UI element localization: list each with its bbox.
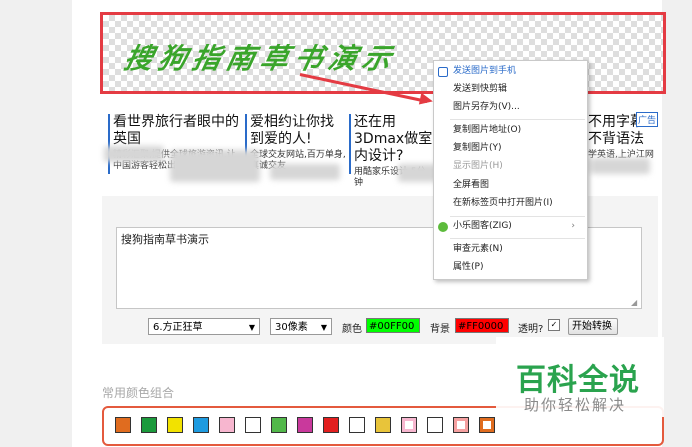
preview-calligraphy-text: 搜狗指南草书演示 <box>121 42 401 75</box>
menu-item-label: 属性(P) <box>453 262 484 272</box>
context-menu: 发送图片到手机 发送到快剪辑 图片另存为(V)... 复制图片地址(O) 复制图… <box>433 60 588 280</box>
phone-icon <box>438 67 448 77</box>
menu-item-label: 全屏看图 <box>453 180 490 190</box>
page-left-gutter <box>0 0 72 447</box>
color-combo-swatch[interactable] <box>401 417 417 433</box>
submenu-arrow-icon: › <box>571 221 575 231</box>
menu-separator <box>450 216 585 217</box>
watermark-subtitle: 助你轻松解决 <box>524 396 627 414</box>
menu-item-label: 显示图片(H) <box>453 161 503 171</box>
menu-item-label: 小乐图客(ZIG) <box>453 221 512 231</box>
blurred-region <box>170 150 260 182</box>
color-combos-title: 常用颜色组合 <box>102 386 175 400</box>
menu-item-send-to-clip[interactable]: 发送到快剪辑 <box>434 81 587 98</box>
color-combo-swatch[interactable] <box>453 417 469 433</box>
watermark-title: 百科全说 <box>516 363 640 398</box>
blurred-region <box>270 164 340 180</box>
color-combo-swatch[interactable] <box>297 417 313 433</box>
menu-item-copy-image-address[interactable]: 复制图片地址(O) <box>434 122 587 139</box>
menu-item-inspect-element[interactable]: 审查元素(N) <box>434 241 587 258</box>
menu-item-label: 审查元素(N) <box>453 244 503 254</box>
color-combo-swatch[interactable] <box>349 417 365 433</box>
menu-item-send-to-phone[interactable]: 发送图片到手机 <box>434 63 587 80</box>
size-select[interactable]: 30像素 ▼ <box>270 318 332 335</box>
resize-handle-icon[interactable]: ◢ <box>631 298 637 307</box>
menu-separator <box>450 119 585 120</box>
blurred-region <box>398 164 438 182</box>
color-combo-swatch[interactable] <box>115 417 131 433</box>
color-combo-swatch[interactable] <box>167 417 183 433</box>
chevron-down-icon: ▼ <box>248 323 255 332</box>
menu-item-zig[interactable]: 小乐图客(ZIG) › <box>434 218 587 235</box>
menu-item-label: 图片另存为(V)... <box>453 102 520 112</box>
background-label: 背景 <box>430 324 450 335</box>
menu-item-label: 在新标签页中打开图片(I) <box>453 198 553 208</box>
color-combo-swatch[interactable] <box>375 417 391 433</box>
ad-title[interactable]: 爱相约让你找到爱的人! <box>250 114 346 148</box>
ad-divider <box>349 114 351 174</box>
blurred-region <box>590 158 650 174</box>
color-combo-swatch[interactable] <box>479 417 495 433</box>
color-combo-swatch[interactable] <box>219 417 235 433</box>
color-label: 颜色 <box>342 324 362 335</box>
color-combo-swatch[interactable] <box>141 417 157 433</box>
color-combo-swatch[interactable] <box>271 417 287 433</box>
transparent-label: 透明? <box>518 324 544 335</box>
zig-icon <box>438 222 448 232</box>
menu-item-save-image-as[interactable]: 图片另存为(V)... <box>434 99 587 116</box>
font-select-value: 6.方正狂草 <box>153 322 203 333</box>
color-combo-swatch[interactable] <box>193 417 209 433</box>
ad-badge: 广告 <box>636 112 659 127</box>
ad-title[interactable]: 还在用3Dmax做室内设计? <box>354 114 434 165</box>
menu-item-label: 复制图片(Y) <box>453 143 502 153</box>
transparent-checkbox[interactable]: ✓ <box>548 319 560 331</box>
background-color-field[interactable]: #FF0000 <box>455 318 509 333</box>
annotation-arrow-head <box>418 92 435 108</box>
blurred-region <box>104 146 164 162</box>
chevron-down-icon: ▼ <box>320 323 327 332</box>
ad-divider <box>108 114 110 174</box>
font-select[interactable]: 6.方正狂草 ▼ <box>148 318 260 335</box>
menu-item-label: 发送到快剪辑 <box>453 84 508 94</box>
menu-item-fullscreen-view[interactable]: 全屏看图 <box>434 177 587 194</box>
menu-item-properties[interactable]: 属性(P) <box>434 259 587 276</box>
page-right-gutter <box>662 0 692 447</box>
menu-item-open-in-new-tab[interactable]: 在新标签页中打开图片(I) <box>434 195 587 212</box>
text-color-field[interactable]: #00FF00 <box>366 318 420 333</box>
convert-button[interactable]: 开始转换 <box>568 318 618 335</box>
color-combo-swatch[interactable] <box>427 417 443 433</box>
menu-item-show-image: 显示图片(H) <box>434 158 587 175</box>
color-combo-swatch[interactable] <box>323 417 339 433</box>
menu-item-label: 复制图片地址(O) <box>453 125 522 135</box>
size-select-value: 30像素 <box>275 322 308 333</box>
menu-separator <box>450 238 585 239</box>
menu-item-copy-image[interactable]: 复制图片(Y) <box>434 140 587 157</box>
ad-title[interactable]: 看世界旅行者眼中的英国 <box>113 114 241 148</box>
menu-item-label: 发送图片到手机 <box>453 66 517 76</box>
color-combo-swatch[interactable] <box>245 417 261 433</box>
